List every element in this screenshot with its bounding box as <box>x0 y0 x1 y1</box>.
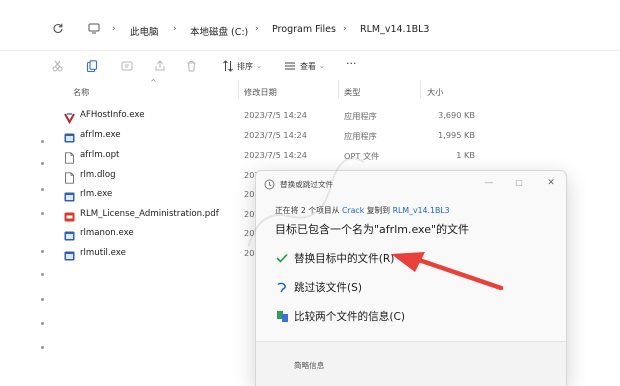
file-date: 20 <box>244 189 255 199</box>
app-exe-icon <box>64 227 75 241</box>
file-type: 应用程序 <box>344 131 377 141</box>
nav-pane-marker <box>41 188 44 191</box>
file-row[interactable]: AFHostInfo.exe 2023/7/5 14:24 应用程序 3,690 KB <box>58 105 620 125</box>
compare-option-button[interactable]: 比较两个文件的信息(C) <box>275 305 405 327</box>
document-icon <box>64 169 75 184</box>
nav-pane-marker <box>41 162 44 165</box>
file-name: rlm.exe <box>80 189 113 199</box>
file-size: 3,690 KB <box>437 110 475 120</box>
rename-button[interactable] <box>121 59 133 73</box>
breadcrumb-rlm-folder[interactable]: RLM_v14.1BL3 <box>360 24 429 35</box>
chevron-down-icon: ⌄ <box>319 62 325 70</box>
close-button[interactable]: ✕ <box>540 175 562 191</box>
file-date: 2023/7/5 14:24 <box>244 130 307 140</box>
chevron-right-icon: › <box>255 24 259 34</box>
app-exe-icon <box>64 188 75 202</box>
skip-option-button[interactable]: 跳过该文件(S) <box>275 276 362 298</box>
file-date: 2023/7/5 14:24 <box>244 150 307 160</box>
view-label: 查看 <box>300 61 316 71</box>
file-name: AFHostInfo.exe <box>80 110 145 120</box>
breadcrumb-this-pc[interactable]: 此电脑 <box>130 24 159 38</box>
nav-pane-marker <box>41 346 44 349</box>
minimize-button[interactable]: — <box>478 175 500 191</box>
file-name: afrlm.opt <box>80 150 120 160</box>
column-divider[interactable] <box>338 80 339 98</box>
column-header-date[interactable]: 修改日期 <box>244 86 277 98</box>
dialog-footer: ⌃ 简略信息 <box>256 341 566 386</box>
nav-pane-marker <box>41 140 44 143</box>
breadcrumb-local-disk[interactable]: 本地磁盘 (C:) <box>190 24 248 38</box>
fewer-details-label: 简略信息 <box>294 361 325 370</box>
delete-button[interactable] <box>186 59 197 73</box>
cut-icon <box>52 60 63 72</box>
file-date: 2023/7/5 14:24 <box>244 110 307 120</box>
sort-ascending-icon: ^ <box>150 78 157 87</box>
sort-label: 排序 <box>237 61 253 71</box>
more-options-button[interactable]: ··· <box>346 56 357 70</box>
nav-pane-marker <box>41 250 44 253</box>
red-arrow-annotation <box>391 252 504 291</box>
file-name: afrlm.exe <box>80 130 121 140</box>
nav-pane-marker <box>41 212 44 215</box>
destination-folder-link[interactable]: RLM_v14.1BL3 <box>393 206 450 215</box>
sort-icon <box>223 60 233 72</box>
file-name: rlm.dlog <box>80 170 116 180</box>
column-header-size[interactable]: 大小 <box>427 86 443 98</box>
replace-option-button[interactable]: 替换目标中的文件(R) <box>275 247 394 269</box>
this-pc-icon[interactable] <box>88 22 100 34</box>
check-icon <box>275 251 289 265</box>
rename-icon <box>121 61 133 71</box>
chevron-right-icon: › <box>112 24 116 34</box>
breadcrumb-program-files[interactable]: Program Files <box>272 24 336 35</box>
maximize-button[interactable]: □ <box>508 175 530 191</box>
skip-option-label: 跳过该文件(S) <box>294 281 362 294</box>
refresh-icon[interactable] <box>52 22 64 34</box>
share-icon <box>155 60 165 71</box>
copy-button[interactable] <box>86 59 98 73</box>
file-row[interactable]: afrlm.exe 2023/7/5 14:24 应用程序 1,995 KB <box>58 125 620 145</box>
nav-pane-marker <box>41 273 44 276</box>
trash-icon <box>187 61 196 72</box>
command-bar: 排序 ⌄ 查看 ⌄ ··· <box>0 50 620 78</box>
column-divider[interactable] <box>238 80 239 98</box>
view-button[interactable]: 查看 ⌄ <box>284 59 325 73</box>
chevron-right-icon: › <box>173 24 177 34</box>
chevron-down-icon: ⌄ <box>256 62 262 70</box>
app-exe-icon <box>64 129 75 143</box>
file-name: rlmanon.exe <box>80 228 134 238</box>
nav-pane-marker <box>41 298 44 301</box>
pdf-icon <box>64 208 75 222</box>
file-name: RLM_License_Administration.pdf <box>80 209 219 219</box>
nav-pane-marker <box>41 322 44 325</box>
copy-progress-icon <box>264 179 275 190</box>
address-bar: › 此电脑 › 本地磁盘 (C:) › Program Files › RLM_… <box>0 0 620 50</box>
compare-option-label: 比较两个文件的信息(C) <box>294 310 406 323</box>
view-icon <box>285 62 295 70</box>
share-button[interactable] <box>154 59 166 73</box>
column-header-name[interactable]: 名称 <box>73 86 89 98</box>
app-exe-icon <box>64 247 75 261</box>
replace-option-label: 替换目标中的文件(R) <box>294 252 395 265</box>
column-divider[interactable] <box>420 80 421 98</box>
chevron-right-icon: › <box>343 24 347 34</box>
cut-button[interactable] <box>52 59 63 73</box>
sort-button[interactable]: 排序 ⌄ <box>222 59 262 73</box>
compare-icon <box>275 309 289 323</box>
file-name: rlmutil.exe <box>80 248 126 258</box>
file-size: 1 KB <box>456 150 475 160</box>
column-header-type[interactable]: 类型 <box>344 86 360 98</box>
skip-icon <box>275 280 289 294</box>
app-host-icon <box>64 109 75 125</box>
file-size: 1,995 KB <box>437 130 475 140</box>
copy-icon <box>86 59 98 72</box>
file-type: 应用程序 <box>344 111 377 121</box>
document-icon <box>64 149 75 164</box>
